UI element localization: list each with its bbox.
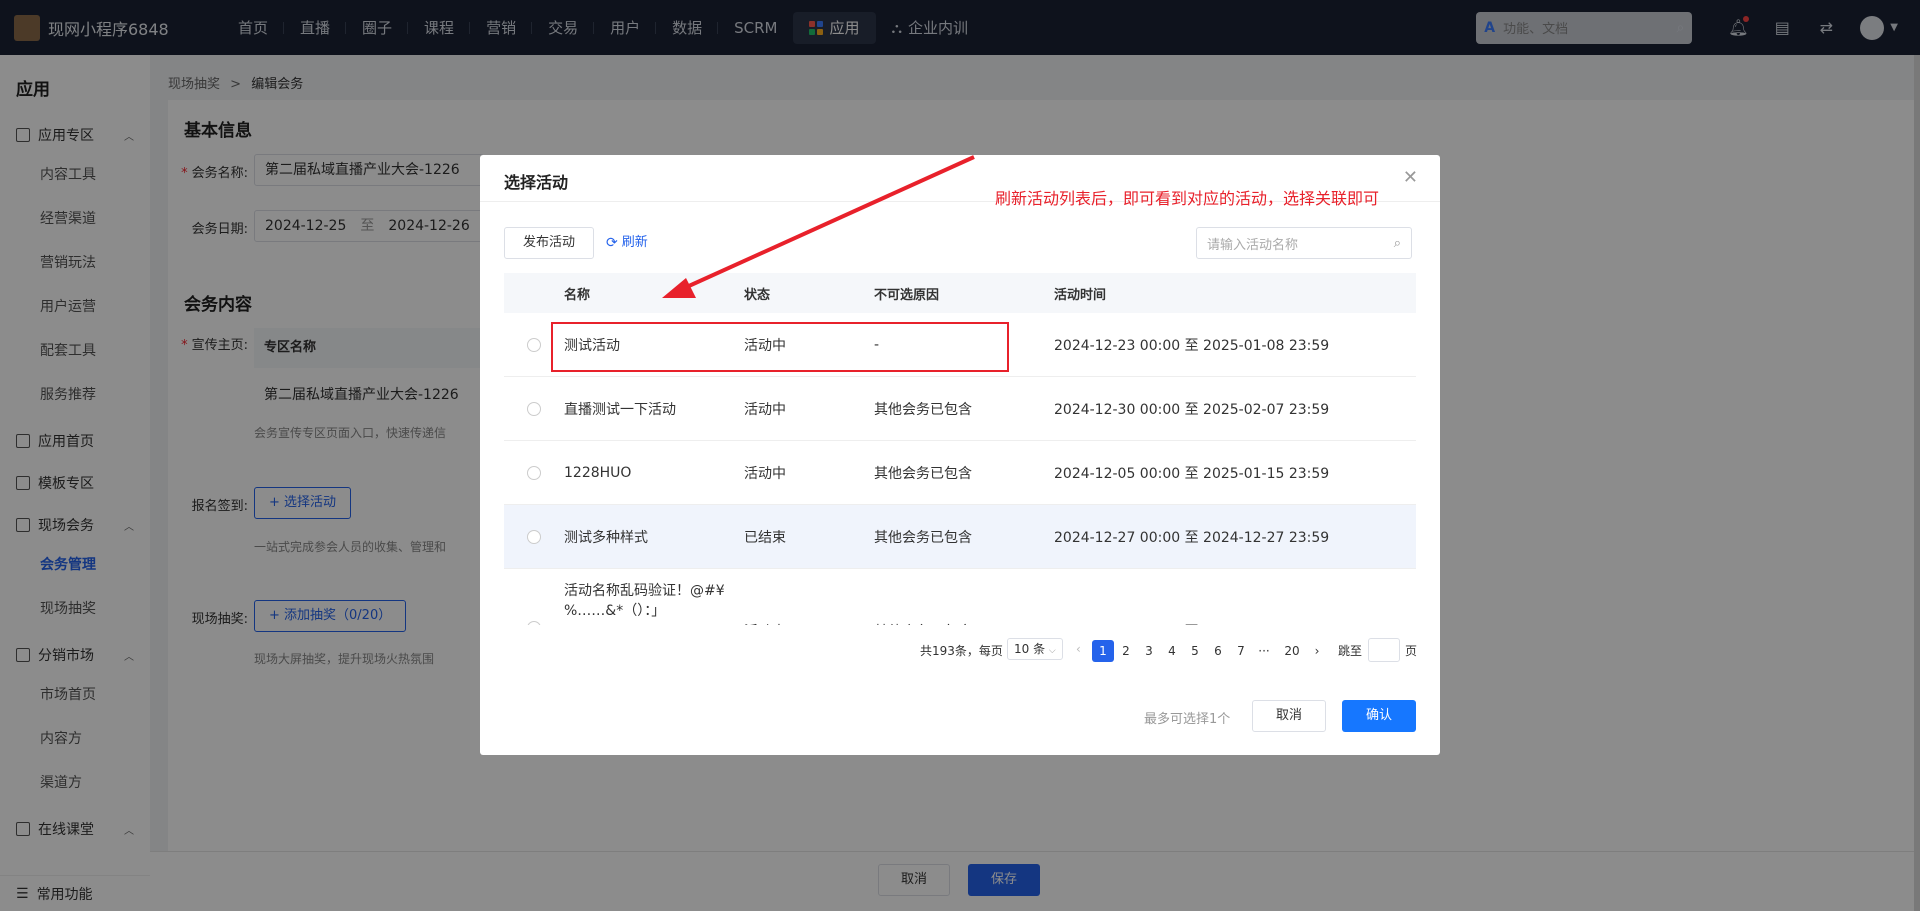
row-time: 2024-12-23 00:00 至 2025-01-08 23:59: [1054, 337, 1330, 354]
page-7[interactable]: 7: [1230, 640, 1252, 662]
search-icon: ⌕: [1393, 235, 1401, 251]
row-time: 2024-12-30 00:00 至 2025-02-07 23:59: [1054, 401, 1330, 418]
pager-total: 共193条，每页: [920, 644, 1003, 658]
page-unit: 页: [1405, 644, 1418, 658]
page-20[interactable]: 20: [1281, 640, 1303, 662]
row-time: 2024-12-27 00:00 至 2024-12-27 23:59: [1054, 529, 1330, 546]
row-name: 活动名称乱码验证！@#¥%……&*（）：」: [564, 583, 725, 619]
jump-input[interactable]: [1368, 638, 1400, 662]
table-row[interactable]: 活动名称乱码验证！@#¥%……&*（）：」 活动中 其他会务已包含 2024-1…: [504, 569, 1416, 625]
row-radio[interactable]: [527, 465, 541, 480]
table-row[interactable]: 1228HUO 活动中 其他会务已包含 2024-12-05 00:00 至 2…: [504, 441, 1416, 505]
page-3[interactable]: 3: [1138, 640, 1160, 662]
page-ellipsis[interactable]: ···: [1253, 640, 1275, 662]
row-reason: 其他会务已包含: [874, 581, 1054, 625]
page-size-select[interactable]: 10 条 ⌵: [1007, 638, 1063, 660]
row-reason: 其他会务已包含: [874, 401, 972, 418]
refresh-button[interactable]: ⟳ 刷新: [606, 227, 648, 259]
row-time: 2024-12-03 00:00 至 2025-02-07 23:59: [1054, 581, 1416, 625]
col-reason: 不可选原因: [874, 287, 940, 303]
row-name: 直播测试一下活动: [564, 401, 676, 418]
row-reason: 其他会务已包含: [874, 465, 972, 482]
highlight-box: [551, 322, 1009, 372]
table-row[interactable]: 测试多种样式 已结束 其他会务已包含 2024-12-27 00:00 至 20…: [504, 505, 1416, 569]
refresh-icon: ⟳: [606, 235, 618, 251]
activity-table-header: 名称 状态 不可选原因 活动时间: [504, 273, 1416, 313]
close-icon[interactable]: ✕: [1403, 167, 1418, 188]
col-time: 活动时间: [1054, 287, 1107, 303]
activity-search-input[interactable]: 请输入活动名称 ⌕: [1196, 227, 1412, 259]
page-6[interactable]: 6: [1207, 640, 1229, 662]
jump-label: 跳至: [1338, 644, 1363, 658]
col-name: 名称: [564, 287, 591, 303]
row-radio[interactable]: [527, 401, 541, 416]
page-1[interactable]: 1: [1092, 640, 1114, 662]
row-name: 测试多种样式: [564, 529, 648, 546]
row-time: 2024-12-05 00:00 至 2025-01-15 23:59: [1054, 465, 1330, 482]
row-status: 已结束: [744, 529, 786, 546]
next-page-icon[interactable]: ›: [1306, 640, 1328, 662]
modal-cancel-button[interactable]: 取消: [1252, 700, 1326, 732]
max-select-hint: 最多可选择1个: [1144, 712, 1231, 727]
page-5[interactable]: 5: [1184, 640, 1206, 662]
col-status: 状态: [744, 287, 771, 303]
row-radio[interactable]: [527, 529, 541, 544]
row-status: 活动中: [744, 465, 786, 482]
modal-title: 选择活动: [504, 173, 569, 192]
refresh-label: 刷新: [621, 235, 648, 250]
page-2[interactable]: 2: [1115, 640, 1137, 662]
row-name: 1228HUO: [564, 464, 632, 481]
row-status: 活动中: [744, 581, 874, 625]
table-row[interactable]: 直播测试一下活动 活动中 其他会务已包含 2024-12-30 00:00 至 …: [504, 377, 1416, 441]
pagination: 共193条，每页 10 条 ⌵ ‹ 1 2 3 4 5 6 7 ··· 20 ›…: [480, 637, 1440, 663]
row-radio[interactable]: [527, 337, 541, 352]
annotation-text: 刷新活动列表后，即可看到对应的活动，选择关联即可: [995, 189, 1380, 208]
chevron-down-icon: ⌵: [1048, 646, 1056, 656]
page-4[interactable]: 4: [1161, 640, 1183, 662]
select-activity-modal: 选择活动 ✕ 发布活动 ⟳ 刷新 请输入活动名称 ⌕ 名称 状态 不可选原因 活…: [480, 155, 1440, 755]
publish-activity-button[interactable]: 发布活动: [504, 227, 594, 259]
modal-confirm-button[interactable]: 确认: [1342, 700, 1416, 732]
row-status: 活动中: [744, 401, 786, 418]
prev-page-icon[interactable]: ‹: [1076, 642, 1081, 656]
row-radio[interactable]: [527, 621, 541, 625]
activity-search-placeholder: 请输入活动名称: [1207, 237, 1299, 253]
row-reason: 其他会务已包含: [874, 529, 972, 546]
